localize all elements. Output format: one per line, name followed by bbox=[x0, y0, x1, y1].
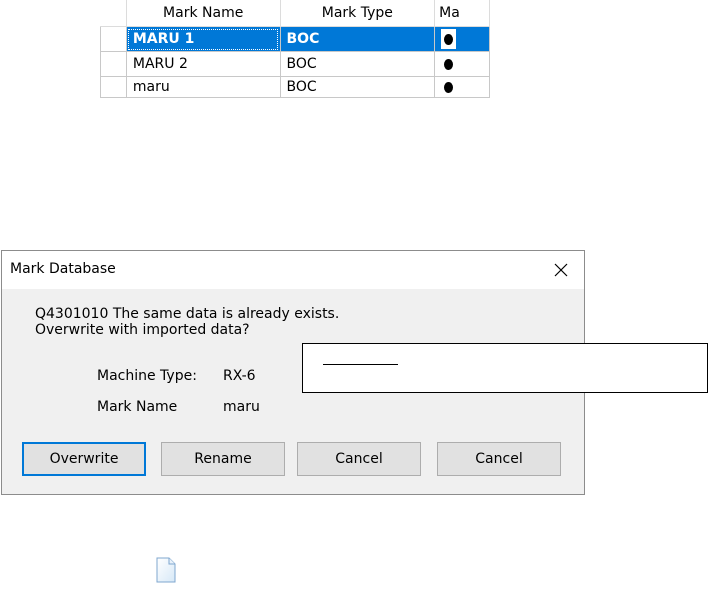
mark-name-value: maru bbox=[223, 399, 260, 415]
column-header-mark[interactable]: Ma bbox=[434, 0, 490, 27]
message-line-2: Overwrite with imported data? bbox=[35, 322, 250, 338]
filled-dot-icon bbox=[444, 58, 454, 70]
cancel-button[interactable]: Cancel bbox=[297, 442, 421, 476]
cancel-button-2[interactable]: Cancel bbox=[437, 442, 561, 476]
column-header-mark-name[interactable]: Mark Name bbox=[126, 0, 281, 27]
filled-dot-icon bbox=[444, 33, 454, 45]
cell-mark-type[interactable]: BOC bbox=[279, 76, 436, 98]
table-row[interactable]: maru BOC bbox=[100, 76, 490, 98]
document-icon bbox=[156, 557, 176, 583]
cell-mark-type[interactable]: BOC bbox=[279, 26, 436, 52]
filled-dot-icon bbox=[444, 81, 454, 93]
cell-mark[interactable] bbox=[434, 76, 490, 98]
mark-grid: Mark Name Mark Type Ma MARU 1 BOC MARU 2… bbox=[100, 0, 490, 100]
machine-type-value: RX-6 bbox=[223, 368, 256, 384]
mark-name-label: Mark Name bbox=[97, 399, 178, 415]
cell-mark-name[interactable]: MARU 2 bbox=[125, 51, 281, 77]
rename-button[interactable]: Rename bbox=[161, 442, 285, 476]
dialog-titlebar: Mark Database bbox=[2, 251, 584, 289]
table-row[interactable]: MARU 2 BOC bbox=[100, 51, 490, 77]
close-icon[interactable] bbox=[548, 257, 574, 283]
machine-type-label: Machine Type: bbox=[97, 368, 197, 384]
column-header-mark-type[interactable]: Mark Type bbox=[280, 0, 436, 27]
row-header[interactable] bbox=[100, 26, 127, 52]
cell-mark[interactable] bbox=[434, 51, 490, 77]
dialog-title: Mark Database bbox=[10, 261, 116, 277]
row-header[interactable] bbox=[100, 76, 127, 98]
redaction-box bbox=[302, 343, 708, 393]
cell-mark-type[interactable]: BOC bbox=[279, 51, 436, 77]
row-header[interactable] bbox=[100, 51, 127, 77]
redaction-underline bbox=[323, 364, 398, 365]
message-line-1: Q4301010 The same data is already exists… bbox=[35, 306, 340, 322]
grid-corner bbox=[100, 0, 127, 27]
cell-mark-name[interactable]: maru bbox=[125, 76, 281, 98]
dialog-message: Q4301010 The same data is already exists… bbox=[35, 306, 339, 338]
table-row[interactable]: MARU 1 BOC bbox=[100, 26, 490, 52]
cell-mark[interactable] bbox=[434, 26, 490, 52]
cell-mark-name[interactable]: MARU 1 bbox=[125, 26, 281, 52]
overwrite-button[interactable]: Overwrite bbox=[22, 442, 146, 476]
